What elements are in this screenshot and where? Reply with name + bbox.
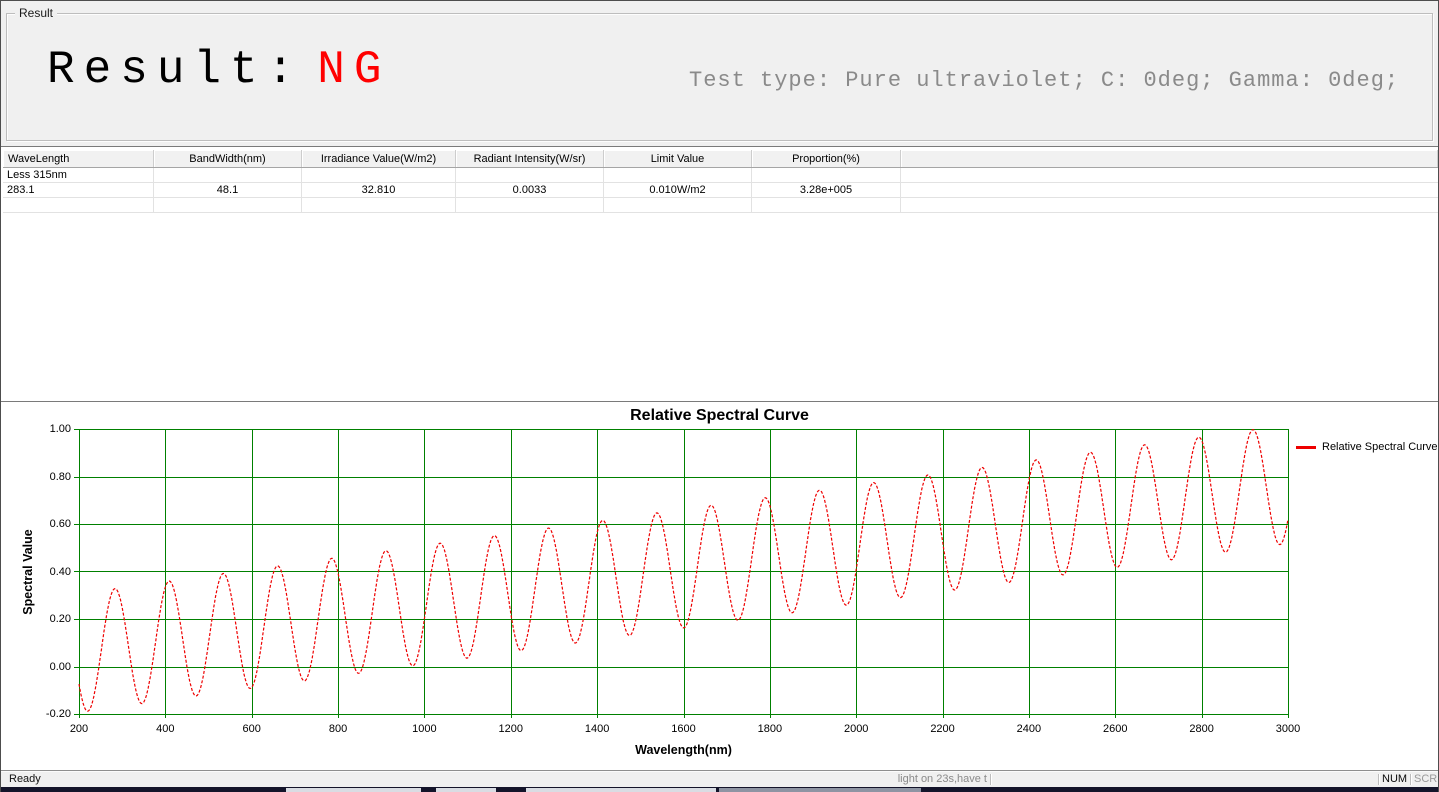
- x-axis-title: Wavelength(nm): [79, 743, 1288, 757]
- x-tick-label: 2800: [1180, 723, 1224, 735]
- table-header-cell[interactable]: Limit Value: [604, 150, 752, 167]
- background-window-fragment: [436, 788, 496, 792]
- x-tick-label: 2600: [1093, 723, 1137, 735]
- status-bar: Ready light on 23s,have t NUM SCRL: [1, 770, 1438, 787]
- app-window: Result Result: NG Test type: Pure ultravi…: [0, 0, 1439, 792]
- spectral-chart: Relative Spectral Curve 200 400 600 800 1000…: [1, 402, 1438, 770]
- table-cell: 3.28e+005: [752, 183, 901, 197]
- scroll-lock-indicator: SCRL: [1414, 773, 1439, 785]
- x-tick-label: 1000: [402, 723, 446, 735]
- table-header-cell[interactable]: WaveLength: [3, 150, 154, 167]
- table-cell: [3, 198, 154, 212]
- table-header-cell[interactable]: Proportion(%): [752, 150, 901, 167]
- bottom-window-sliver: [1, 787, 1438, 792]
- x-tick-label: 1200: [489, 723, 533, 735]
- table-cell: [154, 198, 302, 212]
- x-tick-label: 2400: [1007, 723, 1051, 735]
- table-cell: 283.1: [3, 183, 154, 197]
- table-cell: [302, 168, 456, 182]
- x-tick-label: 400: [143, 723, 187, 735]
- table-cell: [604, 198, 752, 212]
- y-axis-title: Spectral Value: [21, 512, 35, 632]
- result-line: Result: NG: [47, 44, 390, 96]
- table-header-cell[interactable]: BandWidth(nm): [154, 150, 302, 167]
- x-tick-label: 2000: [834, 723, 878, 735]
- table-cell: Less 315nm: [3, 168, 154, 182]
- num-lock-indicator: NUM: [1382, 773, 1407, 785]
- chart-canvas: [1, 402, 1438, 770]
- result-label: Result:: [47, 44, 303, 96]
- result-panel: Result Result: NG Test type: Pure ultravi…: [1, 1, 1438, 147]
- x-tick-label: 200: [57, 723, 101, 735]
- table-cell: [752, 198, 901, 212]
- x-tick-label: 1600: [662, 723, 706, 735]
- legend-label: Relative Spectral Curve: [1322, 441, 1438, 453]
- table-cell-filler: [901, 168, 1438, 182]
- y-tick-label: 0.00: [27, 661, 71, 673]
- table-cell: 48.1: [154, 183, 302, 197]
- table-cell: [302, 198, 456, 212]
- background-window-fragment: [286, 788, 421, 792]
- x-tick-label: 1400: [575, 723, 619, 735]
- x-tick-label: 3000: [1266, 723, 1310, 735]
- test-info-text: Test type: Pure ultraviolet; C: 0deg; Ga…: [689, 68, 1399, 93]
- table-row[interactable]: [3, 198, 1438, 213]
- table-body: Less 315nm283.148.132.8100.00330.010W/m2…: [3, 168, 1438, 401]
- result-groupbox: Result Result:NG Test type: Pure ultravi…: [6, 13, 1433, 141]
- x-tick-label: 2200: [921, 723, 965, 735]
- y-tick-label: -0.20: [27, 708, 71, 720]
- x-tick-label: 600: [230, 723, 274, 735]
- table-row[interactable]: Less 315nm: [3, 168, 1438, 183]
- table-cell: 32.810: [302, 183, 456, 197]
- table-header-row: WaveLengthBandWidth(nm)Irradiance Value(…: [3, 150, 1438, 168]
- table-header-cell[interactable]: Radiant Intensity(W/sr): [456, 150, 604, 167]
- table-cell-filler: [901, 183, 1438, 197]
- table-cell: [456, 198, 604, 212]
- table-cell: [456, 168, 604, 182]
- spectral-curve: [79, 430, 1288, 712]
- table-cell: [604, 168, 752, 182]
- table-header-cell[interactable]: Irradiance Value(W/m2): [302, 150, 456, 167]
- background-window-fragment: [719, 788, 921, 792]
- results-table: WaveLengthBandWidth(nm)Irradiance Value(…: [1, 147, 1438, 402]
- x-tick-label: 1800: [748, 723, 792, 735]
- table-cell-filler: [901, 198, 1438, 212]
- table-cell: 0.010W/m2: [604, 183, 752, 197]
- status-separator: [1410, 774, 1411, 785]
- y-tick-label: 1.00: [27, 423, 71, 435]
- table-header-cell[interactable]: [901, 150, 1438, 167]
- status-message-text: light on 23s,have t: [701, 773, 987, 785]
- status-separator: [990, 774, 991, 785]
- table-cell: [752, 168, 901, 182]
- groupbox-label: Result: [15, 6, 57, 20]
- table-cell: [154, 168, 302, 182]
- legend-line-swatch: [1296, 446, 1316, 449]
- background-window-fragment: [526, 788, 716, 792]
- chart-legend: Relative Spectral Curve: [1296, 441, 1438, 453]
- y-tick-label: 0.80: [27, 471, 71, 483]
- x-tick-label: 800: [316, 723, 360, 735]
- table-row[interactable]: 283.148.132.8100.00330.010W/m23.28e+005: [3, 183, 1438, 198]
- status-separator: [1378, 774, 1379, 785]
- table-cell: 0.0033: [456, 183, 604, 197]
- result-value: NG: [317, 44, 390, 96]
- status-ready-text: Ready: [9, 773, 41, 785]
